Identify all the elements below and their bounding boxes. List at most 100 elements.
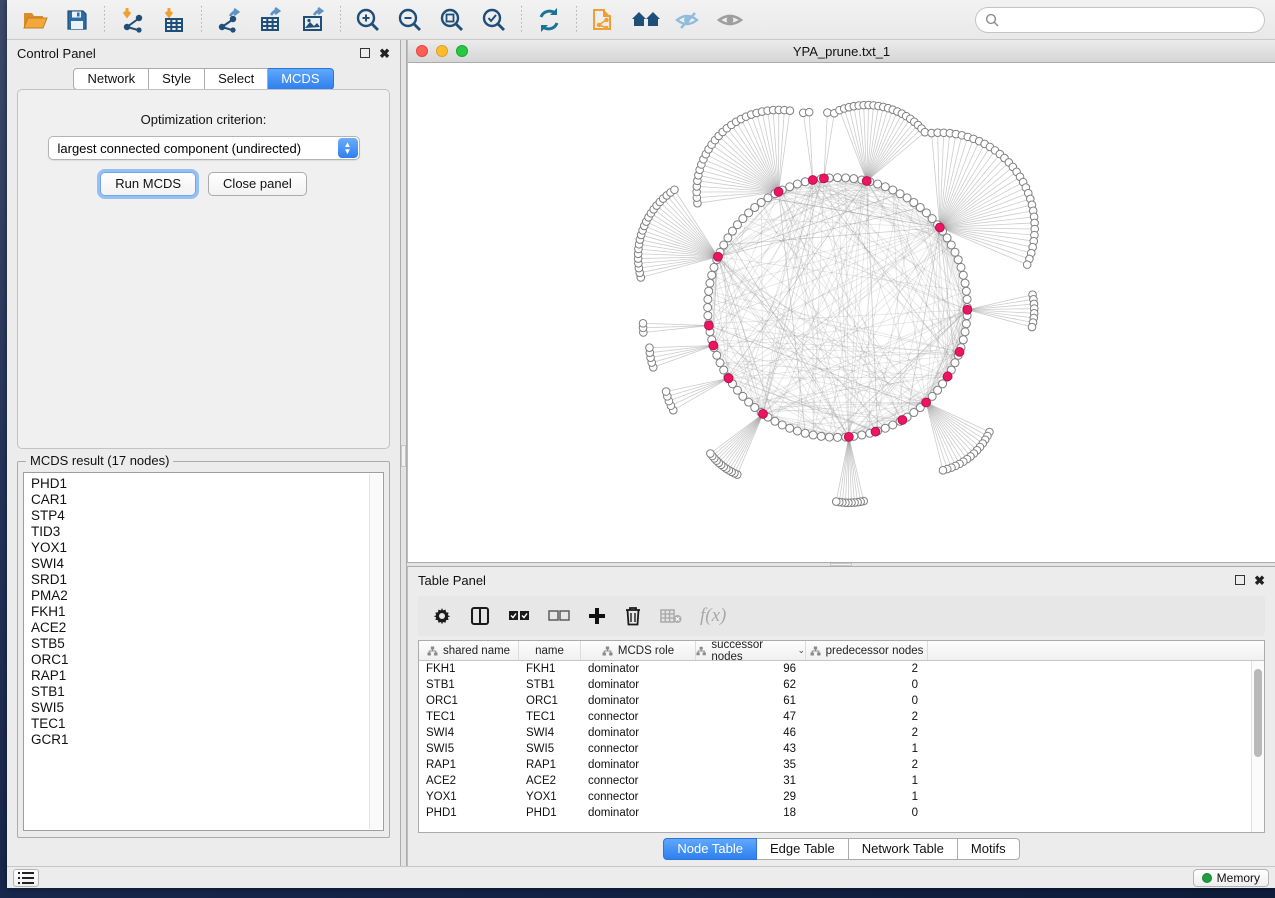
graph-node[interactable] (793, 427, 801, 435)
vertical-splitter[interactable] (400, 40, 407, 866)
graph-node[interactable] (858, 431, 866, 439)
delete-column-button[interactable] (624, 606, 642, 626)
graph-node[interactable] (710, 263, 718, 271)
graph-node[interactable] (889, 186, 897, 194)
graph-node[interactable] (720, 366, 728, 374)
graph-node[interactable] (947, 241, 955, 249)
close-panel-button[interactable]: Close panel (208, 172, 307, 196)
splitter-grip[interactable] (401, 445, 406, 467)
graph-node[interactable] (832, 498, 840, 506)
table-row[interactable]: YOX1YOX1connector291 (419, 789, 1251, 805)
graph-node[interactable] (881, 183, 889, 191)
zoom-fit-button[interactable] (434, 4, 470, 36)
list-item[interactable]: SWI5 (31, 700, 383, 716)
open-file-button[interactable] (17, 4, 53, 36)
zoom-out-button[interactable] (392, 4, 428, 36)
graph-node[interactable] (959, 336, 967, 344)
list-item[interactable]: ORC1 (31, 652, 383, 668)
table-scrollbar-thumb[interactable] (1254, 669, 1262, 757)
list-item[interactable]: YOX1 (31, 540, 383, 556)
tab-motifs[interactable]: Motifs (958, 838, 1020, 860)
search-box[interactable] (975, 7, 1265, 33)
graph-node[interactable] (1023, 261, 1031, 269)
tab-node-table[interactable]: Node Table (663, 838, 757, 860)
graph-node[interactable] (805, 108, 813, 116)
column-header-successor-nodes[interactable]: successor nodes⌄ (696, 641, 806, 660)
graph-node[interactable] (704, 312, 712, 320)
graph-hub-node[interactable] (935, 223, 944, 232)
tab-edge-table[interactable]: Edge Table (757, 838, 849, 860)
graph-node[interactable] (954, 256, 962, 264)
graph-hub-node[interactable] (922, 398, 931, 407)
import-table-button[interactable] (156, 4, 192, 36)
tab-network-table[interactable]: Network Table (849, 838, 958, 860)
close-panel-icon[interactable]: ✖ (1254, 574, 1265, 587)
tab-network[interactable]: Network (73, 68, 149, 90)
graph-node[interactable] (786, 183, 794, 191)
table-scrollbar[interactable] (1251, 661, 1264, 832)
graph-hub-node[interactable] (955, 348, 964, 357)
table-row[interactable]: TEC1TEC1connector472 (419, 709, 1251, 725)
memory-button[interactable]: Memory (1193, 869, 1269, 887)
graph-node[interactable] (825, 433, 833, 441)
close-panel-icon[interactable]: ✖ (379, 47, 390, 60)
table-row[interactable]: FKH1FKH1dominator962 (419, 661, 1251, 677)
table-row[interactable]: ACE2ACE2connector311 (419, 773, 1251, 789)
column-header-MCDS-role[interactable]: MCDS role (581, 641, 696, 660)
table-row[interactable]: RAP1RAP1dominator352 (419, 757, 1251, 773)
graph-node[interactable] (834, 174, 842, 182)
graph-node[interactable] (874, 180, 882, 188)
graph-hub-node[interactable] (943, 372, 952, 381)
zoom-in-button[interactable] (350, 4, 386, 36)
table-row[interactable]: SWI4SWI4dominator462 (419, 725, 1251, 741)
graph-node[interactable] (706, 279, 714, 287)
refresh-button[interactable] (531, 4, 567, 36)
graph-hub-node[interactable] (709, 341, 718, 350)
graph-node[interactable] (704, 304, 712, 312)
list-item[interactable]: STB5 (31, 636, 383, 652)
graph-node[interactable] (961, 279, 969, 287)
graph-node[interactable] (801, 429, 809, 437)
list-item[interactable]: PHD1 (31, 476, 383, 492)
table-row[interactable]: ORC1ORC1dominator610 (419, 693, 1251, 709)
graph-hub-node[interactable] (820, 174, 829, 183)
horizontal-splitter[interactable] (407, 562, 1275, 567)
table-row[interactable]: PHD1PHD1dominator180 (419, 805, 1251, 821)
result-list-scrollbar[interactable] (369, 474, 382, 829)
table-row[interactable]: SWI5SWI5connector431 (419, 741, 1251, 757)
graph-node[interactable] (786, 424, 794, 432)
table-settings-button[interactable] (432, 606, 452, 626)
list-item[interactable]: GCR1 (31, 732, 383, 748)
graph-node[interactable] (850, 175, 858, 183)
export-image-button[interactable] (295, 4, 331, 36)
column-header-shared-name[interactable]: shared name (419, 641, 519, 660)
graph-hub-node[interactable] (714, 252, 723, 261)
import-network-button[interactable] (114, 4, 150, 36)
list-item[interactable]: SWI4 (31, 556, 383, 572)
graph-node[interactable] (834, 433, 842, 441)
list-item[interactable]: STB1 (31, 684, 383, 700)
graph-node[interactable] (889, 421, 897, 429)
graph-node[interactable] (962, 287, 970, 295)
network-canvas[interactable] (408, 63, 1275, 562)
graph-node[interactable] (708, 271, 716, 279)
graph-hub-node[interactable] (844, 432, 853, 441)
graph-node[interactable] (713, 351, 721, 359)
graph-hub-node[interactable] (808, 176, 817, 185)
list-item[interactable]: PMA2 (31, 588, 383, 604)
splitter-grip[interactable] (830, 563, 852, 566)
graph-node[interactable] (881, 424, 889, 432)
graph-node[interactable] (963, 295, 971, 303)
list-item[interactable]: CAR1 (31, 492, 383, 508)
graph-hub-node[interactable] (963, 305, 972, 314)
graph-node[interactable] (1028, 323, 1036, 331)
list-item[interactable]: TID3 (31, 524, 383, 540)
graph-hub-node[interactable] (898, 416, 907, 425)
table-row[interactable]: STB1STB1dominator620 (419, 677, 1251, 693)
graph-hub-node[interactable] (862, 177, 871, 186)
graph-node[interactable] (939, 467, 947, 475)
graph-hub-node[interactable] (871, 427, 880, 436)
list-item[interactable]: FKH1 (31, 604, 383, 620)
graph-node[interactable] (959, 271, 967, 279)
criterion-select[interactable]: largest connected component (undirected)… (48, 136, 360, 160)
